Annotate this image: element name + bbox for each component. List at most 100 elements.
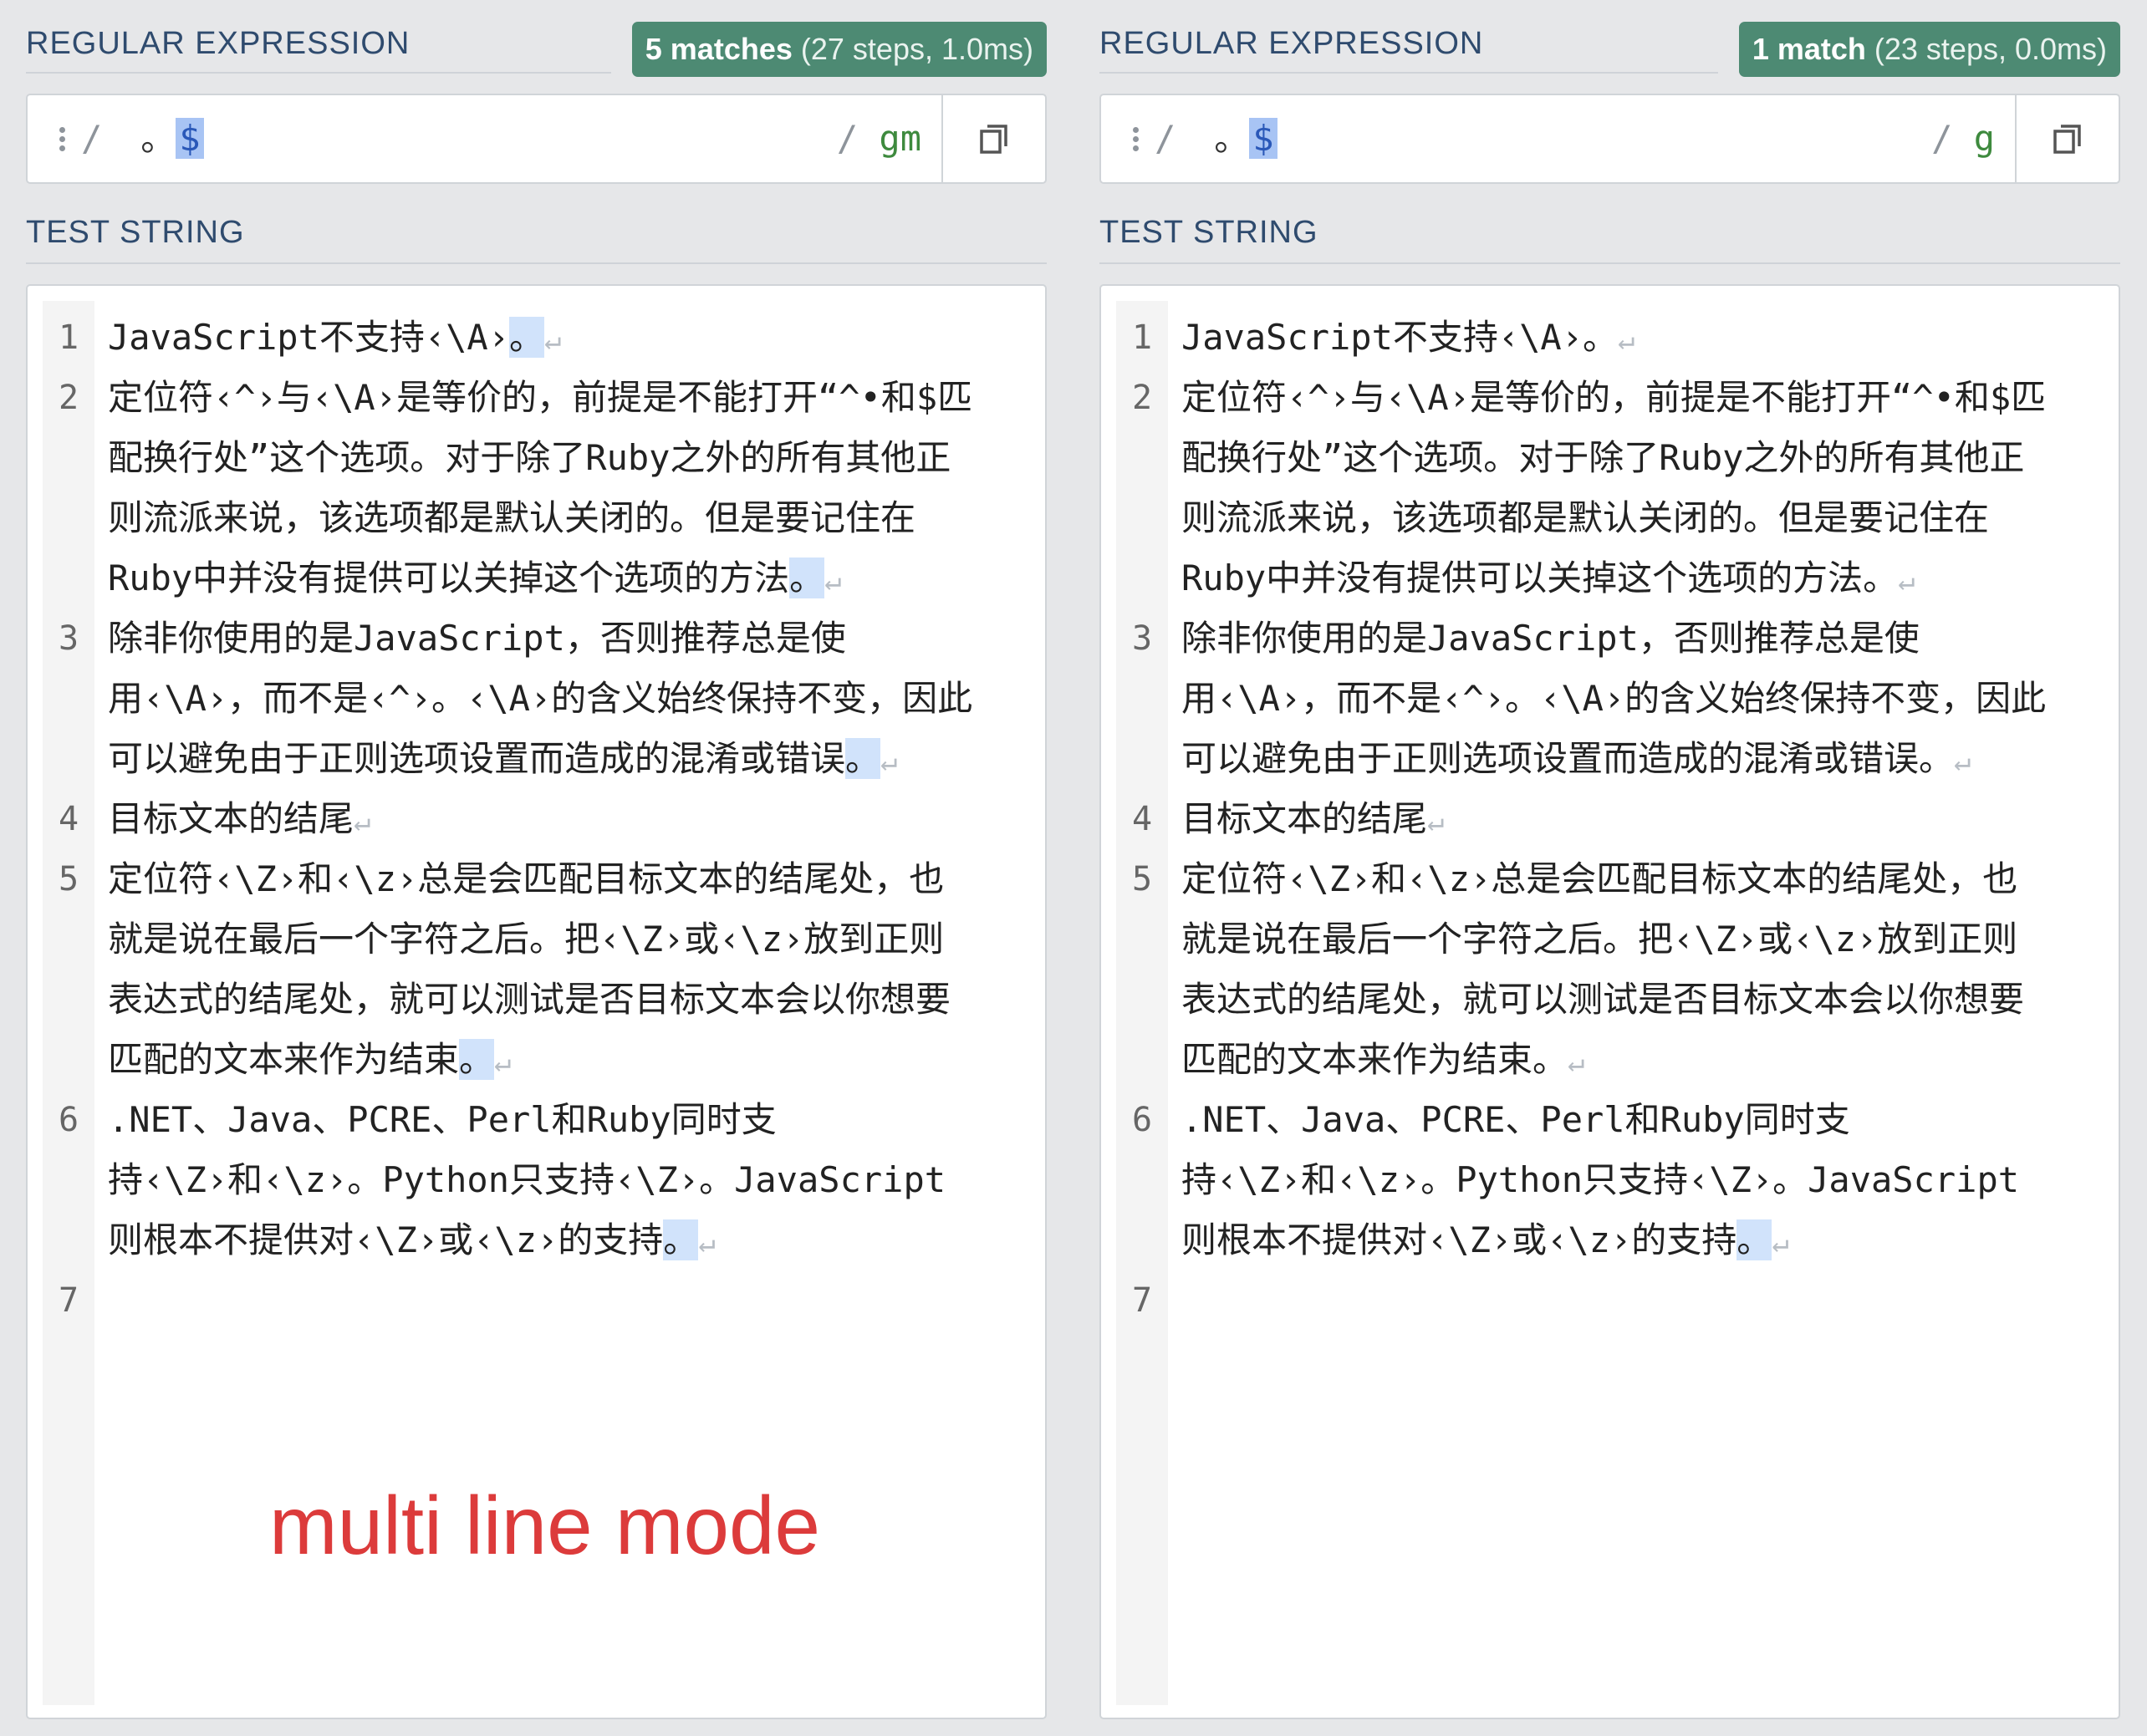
regex-panel-right: REGULAR EXPRESSION 1 match (23 steps, 0.… [1099,0,2120,1736]
line-text: 则流派来说，该选项都是默认关闭的。但是要记住在 [108,488,1038,548]
line-text: 就是说在最后一个字符之后。把‹\Z›或‹\z›放到正则 [1181,909,2111,970]
line-text-content: Ruby中并没有提供可以关掉这个选项的方法 [108,557,790,598]
line-text: 则根本不提供对‹\Z›或‹\z›的支持。↵ [1181,1210,2111,1270]
text-line: 6 .NET、Java、PCRE、Perl和Ruby同时支 持‹\Z›和‹\z›。P… [1116,1090,2111,1270]
match-info-badge[interactable]: 1 match (23 steps, 0.0ms) [1738,22,2120,77]
test-string-lines: 1 JavaScript不支持‹\A›。↵ 2 定位符‹^›与‹\A›是等价的，前提是… [43,308,1038,1331]
line-text: 定位符‹\Z›和‹\z›总是会匹配目标文本的结尾处，也 [108,849,1038,909]
text-line: 5 定位符‹\Z›和‹\z›总是会匹配目标文本的结尾处，也 就是说在最后一个字符之后… [43,849,1038,1090]
header-divider [26,72,611,74]
line-text-content: 目标文本的结尾 [108,798,354,839]
line-number: 2 [58,379,79,417]
line-number: 5 [58,860,79,899]
match-highlight: 。 [789,557,825,598]
line-text-content: 则流派来说，该选项都是默认关闭的。但是要记住在 [1181,497,1990,538]
line-text: 可以避免由于正则选项设置而造成的混淆或错误。↵ [1181,729,2111,789]
line-number: 5 [1131,860,1153,899]
match-stats: (23 steps, 0.0ms) [1865,32,2107,66]
line-text [108,1270,1038,1331]
test-string-editor[interactable]: 1 JavaScript不支持‹\A›。↵ 2 定位符‹^›与‹\A›是等价的，前提是… [1099,284,2120,1719]
regex-open-delimiter: / [1155,118,1176,159]
line-text: 配换行处”这个选项。对于除了Ruby之外的所有其他正 [108,428,1038,488]
regex-flags[interactable]: / g [1931,115,1995,162]
text-line: 3 除非你使用的是JavaScript，否则推荐总是使 用‹\A›，而不是‹^›。‹… [43,608,1038,789]
drag-handle-icon[interactable] [59,127,65,155]
text-line: 7 [1116,1270,2111,1331]
text-line: 5 定位符‹\Z›和‹\z›总是会匹配目标文本的结尾处，也 就是说在最后一个字符之后… [1116,849,2111,1090]
regex-pattern-input[interactable]: 。$ [1193,115,1277,162]
line-text: 可以避免由于正则选项设置而造成的混淆或错误。↵ [108,729,1038,789]
line-text [1181,1270,2111,1331]
multiline-mode-annotation: multi line mode [269,1479,821,1571]
line-text-content: 表达式的结尾处，就可以测试是否目标文本会以你想要 [1181,979,2025,1020]
text-line: 2 定位符‹^›与‹\A›是等价的，前提是不能打开“^•和$匹配换行处”这个选项。… [43,368,1038,608]
line-text-content: 除非你使用的是JavaScript，否则推荐总是使 [108,618,846,659]
line-number: 7 [58,1281,79,1320]
line-text-content: .NET、Java、PCRE、Perl和Ruby同时支 [108,1099,777,1140]
regex-input-box[interactable]: / 。$ / g [1099,94,2120,184]
copy-icon [980,125,1007,154]
line-number: 2 [1131,379,1153,417]
line-text: 定位符‹^›与‹\A›是等价的，前提是不能打开“^•和$匹 [1181,368,2111,428]
line-text: 匹配的文本来作为结束。↵ [108,1030,1038,1090]
regex-pattern-input[interactable]: 。$ [120,115,204,162]
line-text-content: 则流派来说，该选项都是默认关闭的。但是要记住在 [108,497,916,538]
line-number: 1 [1131,318,1153,357]
regex-flags[interactable]: / gm [837,115,921,162]
newline-symbol-icon: ↵ [494,1046,512,1079]
regex-section-title: REGULAR EXPRESSION [26,26,411,61]
newline-symbol-icon: ↵ [1954,745,1971,778]
newline-symbol-icon: ↵ [1772,1226,1789,1260]
line-text-content: JavaScript不支持‹\A› [108,317,510,358]
line-text: 持‹\Z›和‹\z›。Python只支持‹\Z›。JavaScript [1181,1150,2111,1210]
line-text: 则根本不提供对‹\Z›或‹\z›的支持。↵ [108,1210,1038,1270]
text-line: 4 目标文本的结尾↵ [43,789,1038,849]
text-line: 3 除非你使用的是JavaScript，否则推荐总是使用‹\A›，而不是‹^›。‹… [1116,608,2111,789]
regex-input-box[interactable]: / 。$ / gm [26,94,1047,184]
line-text-content: 可以避免由于正则选项设置而造成的混淆或错误 [108,738,846,779]
line-text: 则流派来说，该选项都是默认关闭的。但是要记住在 [1181,488,2111,548]
regex-header: REGULAR EXPRESSION 5 matches (27 steps, … [26,22,1047,77]
line-text: 定位符‹\Z›和‹\z›总是会匹配目标文本的结尾处，也 [1181,849,2111,909]
line-number: 3 [1131,619,1153,658]
regex-panel-left: REGULAR EXPRESSION 5 matches (27 steps, … [26,0,1047,1736]
text-line: 4 目标文本的结尾↵ [1116,789,2111,849]
copy-regex-button[interactable] [2015,95,2119,182]
line-text-content: 配换行处”这个选项。对于除了Ruby之外的所有其他正 [1181,437,2025,478]
pattern-literal: 。 [1193,118,1250,159]
line-number: 7 [1131,1281,1153,1320]
pattern-end-anchor: $ [1249,118,1277,159]
line-text: .NET、Java、PCRE、Perl和Ruby同时支 [108,1090,1038,1150]
test-string-divider [1099,262,2120,264]
regex-open-delimiter: / [81,118,103,159]
text-line: 1 JavaScript不支持‹\A›。↵ [43,308,1038,368]
text-line: 1 JavaScript不支持‹\A›。↵ [1116,308,2111,368]
copy-icon [2053,125,2081,154]
newline-symbol-icon: ↵ [824,564,842,598]
line-text-content: 用‹\A›，而不是‹^›。‹\A›的含义始终保持不变，因此 [108,678,973,719]
drag-handle-icon[interactable] [1133,127,1139,155]
regex-close-delimiter: / [1931,118,1953,159]
line-text: 用‹\A›，而不是‹^›。‹\A›的含义始终保持不变，因此 [1181,669,2111,729]
copy-regex-button[interactable] [941,95,1045,182]
match-highlight: 。 [663,1219,699,1260]
match-info-badge[interactable]: 5 matches (27 steps, 1.0ms) [631,22,1047,77]
line-text: 除非你使用的是JavaScript，否则推荐总是使 [1181,608,2111,669]
line-text-content: 除非你使用的是JavaScript，否则推荐总是使 [1181,618,1920,659]
match-stats: (27 steps, 1.0ms) [792,32,1033,66]
line-text-content: 匹配的文本来作为结束。 [1181,1039,1568,1080]
newline-symbol-icon: ↵ [698,1226,716,1260]
line-number: 4 [1131,800,1153,838]
match-count: 1 match [1752,32,1866,66]
line-text-content: .NET、Java、PCRE、Perl和Ruby同时支 [1181,1099,1850,1140]
line-text-content: 匹配的文本来作为结束 [108,1039,460,1080]
line-text: 目标文本的结尾↵ [1181,789,2111,849]
line-text: 表达式的结尾处，就可以测试是否目标文本会以你想要 [108,970,1038,1030]
test-string-divider [26,262,1047,264]
line-text: 定位符‹^›与‹\A›是等价的，前提是不能打开“^•和$匹 [108,368,1038,428]
newline-symbol-icon: ↵ [1427,805,1445,838]
line-text-content: 配换行处”这个选项。对于除了Ruby之外的所有其他正 [108,437,951,478]
match-highlight: 。 [509,317,545,358]
match-count: 5 matches [645,32,793,66]
regex-close-delimiter: / [836,118,859,159]
